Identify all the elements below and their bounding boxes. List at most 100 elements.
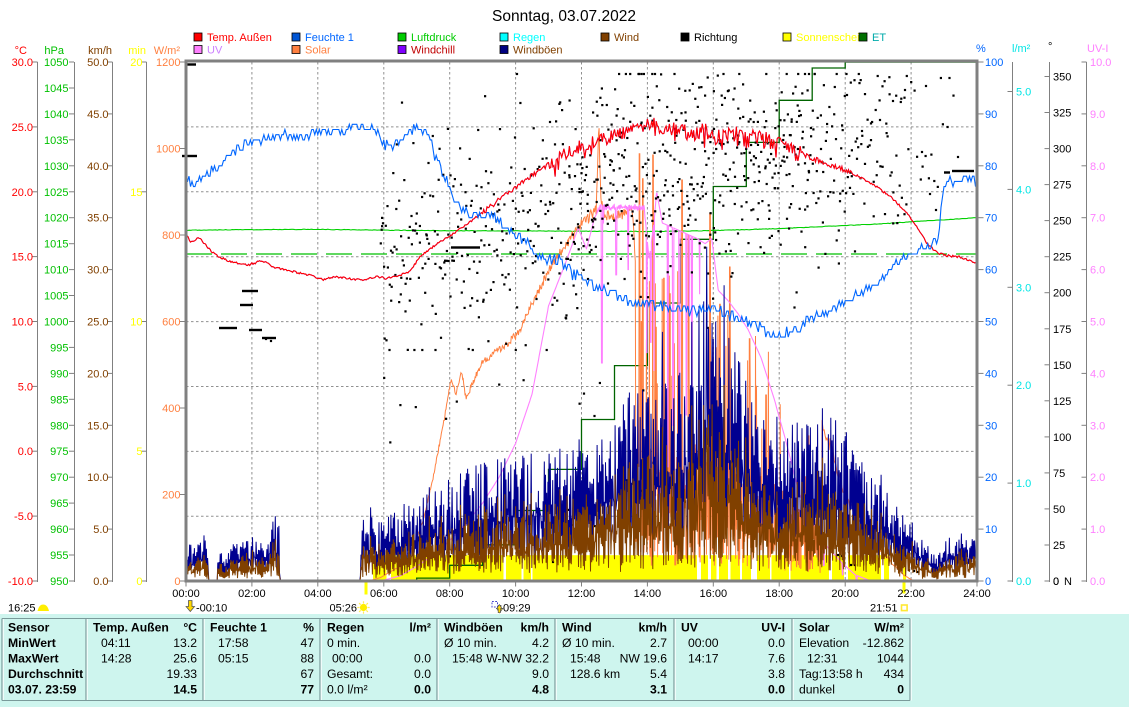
- svg-text:Windböen: Windböen: [513, 45, 563, 57]
- svg-text:45.0: 45.0: [87, 109, 108, 121]
- svg-text:Elevation: Elevation: [799, 636, 849, 650]
- svg-text:0.0: 0.0: [18, 446, 33, 458]
- svg-text:04:00: 04:00: [304, 588, 332, 600]
- svg-text:14:28: 14:28: [101, 652, 132, 666]
- svg-text:dunkel: dunkel: [799, 683, 835, 697]
- svg-text:0.0: 0.0: [768, 683, 785, 697]
- svg-text:-00:10: -00:10: [196, 603, 227, 615]
- svg-text:20.0: 20.0: [12, 187, 33, 199]
- svg-text:Temp. Außen: Temp. Außen: [207, 32, 272, 44]
- svg-text:7.0: 7.0: [1090, 213, 1105, 225]
- svg-text:4.0: 4.0: [1016, 184, 1031, 196]
- svg-text:UV: UV: [207, 45, 223, 57]
- svg-text:Regen: Regen: [327, 621, 364, 635]
- svg-text:MinWert: MinWert: [8, 636, 56, 650]
- svg-text:1035: 1035: [44, 135, 68, 147]
- svg-text:950: 950: [50, 576, 68, 588]
- svg-text:20: 20: [130, 57, 142, 69]
- svg-text:20.0: 20.0: [87, 368, 108, 380]
- svg-text:0.0: 0.0: [93, 576, 108, 588]
- svg-text:0: 0: [136, 576, 142, 588]
- svg-text:0: 0: [1053, 576, 1059, 588]
- svg-text:W/m²: W/m²: [154, 45, 181, 57]
- svg-text:05:26: 05:26: [329, 603, 357, 615]
- svg-text:3.8: 3.8: [768, 667, 785, 681]
- svg-text:1030: 1030: [44, 161, 68, 173]
- svg-text:08:00: 08:00: [436, 588, 464, 600]
- svg-text:30: 30: [985, 420, 997, 432]
- svg-text:Gesamt:: Gesamt:: [327, 667, 373, 681]
- svg-text:0.0: 0.0: [414, 667, 431, 681]
- svg-text:20: 20: [985, 472, 997, 484]
- svg-text:Luftdruck: Luftdruck: [411, 32, 457, 44]
- svg-text:970: 970: [50, 472, 68, 484]
- svg-text:00:00: 00:00: [688, 636, 719, 650]
- svg-text:400: 400: [162, 403, 180, 415]
- svg-text:14.5: 14.5: [173, 683, 197, 697]
- svg-text:16:25: 16:25: [8, 603, 36, 615]
- svg-text:990: 990: [50, 368, 68, 380]
- svg-text:5.0: 5.0: [18, 381, 33, 393]
- svg-text:4.0: 4.0: [1090, 368, 1105, 380]
- svg-text:MaxWert: MaxWert: [8, 652, 59, 666]
- svg-text:2.0: 2.0: [1090, 472, 1105, 484]
- svg-text:1010: 1010: [44, 265, 68, 277]
- svg-text:60: 60: [985, 265, 997, 277]
- svg-text:12:31: 12:31: [807, 652, 838, 666]
- svg-text:4.8: 4.8: [532, 683, 549, 697]
- svg-text:20:00: 20:00: [831, 588, 859, 600]
- svg-text:Wind: Wind: [562, 621, 592, 635]
- svg-text:88: 88: [300, 652, 314, 666]
- svg-text:1.0: 1.0: [1090, 524, 1105, 536]
- svg-text:965: 965: [50, 498, 68, 510]
- svg-text:1.0: 1.0: [1016, 478, 1031, 490]
- svg-text:15.0: 15.0: [87, 420, 108, 432]
- svg-text:-5.0: -5.0: [14, 511, 33, 523]
- svg-text:Ø 10 min.: Ø 10 min.: [444, 636, 497, 650]
- svg-text:UV: UV: [681, 621, 699, 635]
- svg-text:100: 100: [985, 57, 1003, 69]
- svg-text:985: 985: [50, 394, 68, 406]
- svg-text:0: 0: [985, 576, 991, 588]
- svg-text:Durchschnitt: Durchschnitt: [8, 667, 83, 681]
- svg-text:10.0: 10.0: [12, 317, 33, 329]
- svg-text:8.0: 8.0: [1090, 161, 1105, 173]
- svg-text:150: 150: [1053, 360, 1071, 372]
- svg-text:10:00: 10:00: [502, 588, 530, 600]
- svg-text:06:00: 06:00: [370, 588, 398, 600]
- svg-text:35.0: 35.0: [87, 213, 108, 225]
- svg-text:W-NW 32.2: W-NW 32.2: [486, 652, 549, 666]
- svg-text:13.2: 13.2: [173, 636, 197, 650]
- svg-text:50: 50: [985, 317, 997, 329]
- svg-text:50: 50: [1053, 504, 1065, 516]
- svg-text:30.0: 30.0: [12, 57, 33, 69]
- svg-text:5.0: 5.0: [1016, 87, 1031, 99]
- svg-text:2.0: 2.0: [1016, 380, 1031, 392]
- svg-text:0.0: 0.0: [414, 683, 431, 697]
- svg-text:min: min: [128, 45, 146, 57]
- svg-text:15:48: 15:48: [452, 652, 483, 666]
- svg-text:100: 100: [1053, 432, 1071, 444]
- svg-text:-12.862: -12.862: [863, 636, 905, 650]
- svg-text:UV-I: UV-I: [1087, 43, 1108, 55]
- svg-text:Sonntag, 03.07.2022: Sonntag, 03.07.2022: [492, 8, 636, 25]
- svg-text:Windböen: Windböen: [444, 621, 503, 635]
- svg-text:125: 125: [1053, 396, 1071, 408]
- svg-text:22:00: 22:00: [897, 588, 925, 600]
- svg-text:°C: °C: [15, 45, 27, 57]
- svg-text:Sensor: Sensor: [8, 621, 50, 635]
- svg-text:10.0: 10.0: [1090, 57, 1111, 69]
- svg-text:00:00: 00:00: [172, 588, 200, 600]
- svg-text:Tag:13:58 h: Tag:13:58 h: [799, 667, 863, 681]
- svg-text:40.0: 40.0: [87, 161, 108, 173]
- svg-text:km/h: km/h: [521, 621, 549, 635]
- svg-text:40: 40: [985, 368, 997, 380]
- svg-text:7.6: 7.6: [768, 652, 785, 666]
- svg-text:3.0: 3.0: [1090, 420, 1105, 432]
- svg-text:25.0: 25.0: [12, 122, 33, 134]
- svg-text:200: 200: [162, 490, 180, 502]
- svg-text:350: 350: [1053, 72, 1071, 84]
- svg-text:325: 325: [1053, 108, 1071, 120]
- svg-text:5.0: 5.0: [93, 524, 108, 536]
- svg-text:15: 15: [130, 187, 142, 199]
